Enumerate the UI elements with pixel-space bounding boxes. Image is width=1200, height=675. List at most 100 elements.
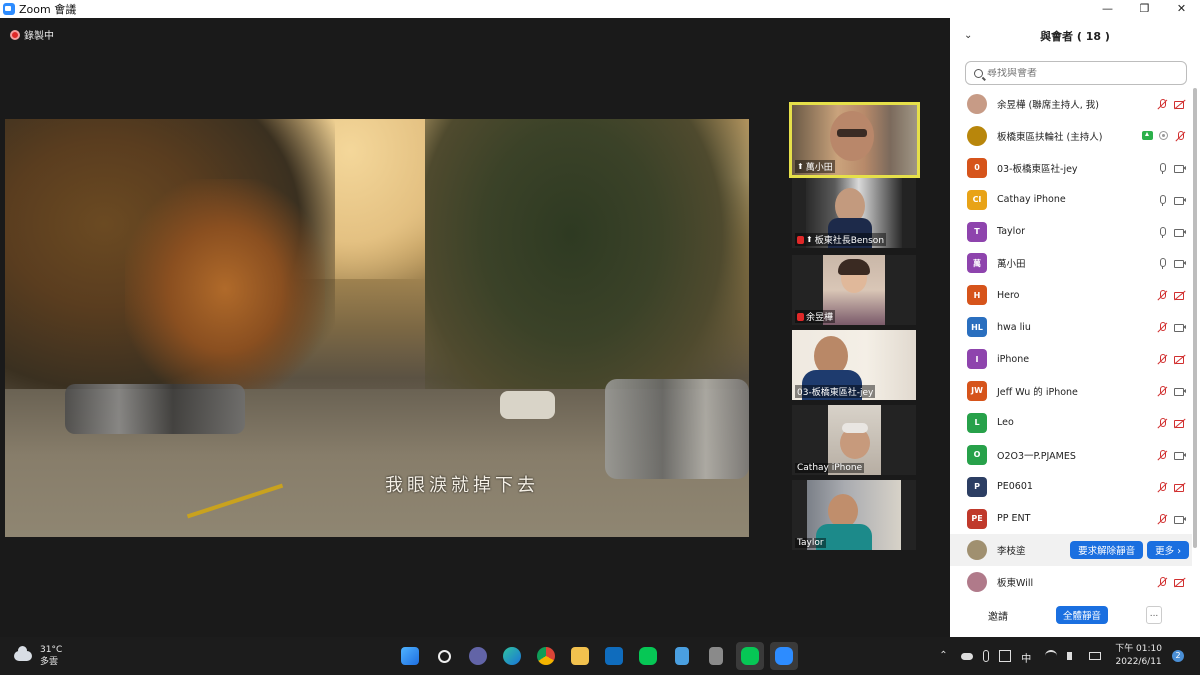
- camera-icon[interactable]: [1174, 226, 1186, 238]
- line-active-icon[interactable]: [736, 642, 764, 670]
- participant-row[interactable]: 板東Will: [950, 566, 1192, 598]
- participant-row[interactable]: 李枝塗 要求解除靜音 更多 ›: [950, 534, 1192, 567]
- camera-off-icon[interactable]: [1174, 289, 1186, 301]
- chevron-up-icon[interactable]: ⌃: [939, 650, 951, 662]
- microphone-muted-icon[interactable]: [1156, 98, 1168, 110]
- participant-name: O2O3一P.PJAMES: [997, 450, 1076, 462]
- file-explorer-icon[interactable]: [566, 642, 594, 670]
- video-tile[interactable]: Taylor: [792, 480, 916, 550]
- maximize-button[interactable]: ❐: [1126, 0, 1163, 18]
- microphone-muted-icon[interactable]: [1156, 321, 1168, 333]
- camera-off-icon[interactable]: [1174, 417, 1186, 429]
- close-button[interactable]: ✕: [1163, 0, 1200, 18]
- participant-row[interactable]: JW Jeff Wu 的 iPhone: [950, 375, 1192, 407]
- search-taskbar-button[interactable]: [430, 642, 458, 670]
- mute-all-button[interactable]: 全體靜音: [1056, 606, 1108, 624]
- camera-icon[interactable]: [1174, 321, 1186, 333]
- participant-row[interactable]: L Leo: [950, 407, 1192, 439]
- participant-row[interactable]: HL hwa liu: [950, 311, 1192, 343]
- window-title: Zoom 會議: [19, 3, 77, 16]
- ime-icon[interactable]: [999, 650, 1012, 662]
- video-tile[interactable]: 余昱樺: [792, 255, 916, 325]
- participant-row[interactable]: 萬萬小田: [950, 247, 1192, 279]
- avatar: O: [967, 444, 987, 465]
- video-tile[interactable]: Cathay iPhone: [792, 405, 916, 475]
- volume-icon[interactable]: [1067, 652, 1079, 660]
- participant-search[interactable]: [965, 61, 1187, 85]
- participant-row[interactable]: PE PP ENT: [950, 503, 1192, 535]
- video-tile[interactable]: 03-板橋東區社-jey: [792, 330, 916, 400]
- panel-header: ⌄ 與會者 ( 18 ): [950, 18, 1200, 54]
- microphone-icon[interactable]: [1156, 257, 1168, 270]
- participant-row[interactable]: IiPhone: [950, 343, 1192, 375]
- participant-row[interactable]: 板橋東區扶輪社 (主持人): [950, 120, 1192, 152]
- camera-icon[interactable]: [1174, 194, 1186, 206]
- notification-badge[interactable]: 2: [1172, 650, 1184, 662]
- participant-row[interactable]: T Taylor: [950, 216, 1192, 248]
- tile-name: 余昱樺: [806, 313, 834, 323]
- camera-off-icon[interactable]: [1174, 481, 1186, 493]
- ask-unmute-button[interactable]: 要求解除靜音: [1070, 541, 1144, 560]
- camera-icon[interactable]: [1174, 449, 1186, 461]
- teams-chat-icon[interactable]: [464, 642, 492, 670]
- video-tile[interactable]: ⬆ 萬小田: [789, 102, 920, 178]
- camera-off-icon[interactable]: [1174, 353, 1186, 365]
- microphone-muted-icon[interactable]: [1156, 481, 1168, 493]
- notepad-icon[interactable]: [668, 642, 696, 670]
- battery-icon[interactable]: [1089, 652, 1102, 660]
- microphone-muted-icon[interactable]: [1156, 449, 1168, 461]
- edge-icon[interactable]: [498, 642, 526, 670]
- participant-name: Hero: [997, 289, 1020, 301]
- shared-screen-video[interactable]: 我眼淚就掉下去: [5, 119, 749, 537]
- microphone-muted-icon[interactable]: [1156, 353, 1168, 365]
- camera-icon[interactable]: [1174, 162, 1186, 174]
- microphone-icon[interactable]: [1156, 226, 1168, 238]
- participant-name: 李枝塗: [997, 546, 1026, 558]
- camera-icon[interactable]: [1174, 513, 1186, 525]
- start-button[interactable]: [396, 642, 424, 670]
- clock[interactable]: 下午 01:10 2022/6/11: [1115, 643, 1162, 669]
- video-tile[interactable]: ⬆ 板東社長Benson: [792, 178, 916, 248]
- camera-icon[interactable]: [1174, 385, 1186, 397]
- camera-off-icon[interactable]: [1174, 98, 1186, 110]
- search-input[interactable]: [987, 67, 1177, 79]
- camera-icon[interactable]: [1174, 257, 1186, 269]
- line-icon[interactable]: [634, 642, 662, 670]
- scrollbar[interactable]: [1193, 88, 1197, 548]
- recording-indicator[interactable]: 錄製中: [10, 27, 54, 42]
- microphone-muted-icon[interactable]: [1156, 417, 1168, 429]
- microphone-icon[interactable]: [1156, 194, 1168, 206]
- participant-row[interactable]: 余昱樺 (聯席主持人, 我): [950, 88, 1192, 120]
- microphone-muted-icon[interactable]: [1156, 289, 1168, 301]
- microphone-muted-icon[interactable]: [1156, 576, 1168, 588]
- participant-row[interactable]: 0 03-板橋東區社-jey: [950, 152, 1192, 184]
- participant-row[interactable]: CI Cathay iPhone: [950, 184, 1192, 216]
- camera-off-icon[interactable]: [1174, 576, 1186, 588]
- minimize-button[interactable]: —: [1089, 0, 1126, 18]
- microphone-muted-icon[interactable]: [1156, 385, 1168, 397]
- taskbar-apps: [396, 642, 798, 670]
- more-options-button[interactable]: 更多 ›: [1147, 541, 1189, 560]
- invite-button[interactable]: 邀請: [988, 608, 1008, 623]
- calculator-icon[interactable]: [702, 642, 730, 670]
- microphone-muted-icon[interactable]: [1156, 513, 1168, 525]
- footer-more-button[interactable]: ...: [1146, 606, 1162, 624]
- participant-row[interactable]: O O2O3一P.PJAMES: [950, 439, 1192, 471]
- avatar: PE: [967, 508, 987, 529]
- microphone-muted-icon[interactable]: [1174, 130, 1186, 142]
- microphone-icon[interactable]: [983, 650, 990, 662]
- onedrive-icon[interactable]: [961, 652, 974, 660]
- chevron-down-icon[interactable]: ⌄: [964, 30, 972, 41]
- participant-name: Cathay iPhone: [997, 194, 1066, 206]
- ime-mode[interactable]: 中: [1021, 650, 1035, 665]
- chrome-icon[interactable]: [532, 642, 560, 670]
- participant-row[interactable]: H Hero: [950, 279, 1192, 311]
- participant-row[interactable]: P PE0601: [950, 471, 1192, 503]
- wifi-icon[interactable]: [1045, 650, 1058, 662]
- microphone-icon[interactable]: [1156, 162, 1168, 174]
- outlook-icon[interactable]: [600, 642, 628, 670]
- participant-name: 萬小田: [997, 259, 1026, 271]
- zoom-taskbar-icon[interactable]: [770, 642, 798, 670]
- weather-widget[interactable]: 31°C 多雲: [14, 644, 62, 668]
- participant-name: 余昱樺 (聯席主持人, 我): [997, 99, 1099, 111]
